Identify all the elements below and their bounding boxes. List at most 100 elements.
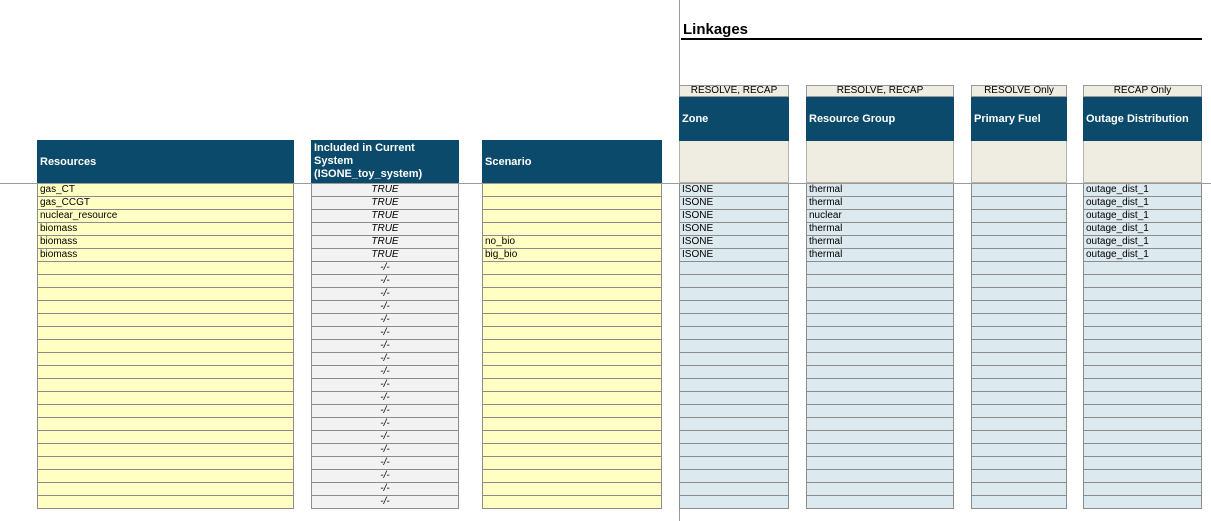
resource-cell-empty[interactable] [37,366,294,379]
scenario-cell-empty[interactable] [482,327,662,340]
included-cell-empty[interactable]: -/- [311,470,459,483]
scenario-cell-empty[interactable] [482,314,662,327]
resource-group-cell-empty[interactable] [806,470,954,483]
included-cell-empty[interactable]: -/- [311,262,459,275]
header-outage-distribution[interactable]: Outage Distribution [1083,97,1202,141]
included-cell-empty[interactable]: -/- [311,418,459,431]
zone-cell-empty[interactable] [679,405,789,418]
primary-fuel-cell-empty[interactable] [971,392,1067,405]
resource-cell[interactable]: biomass [37,223,294,236]
primary-fuel-cell-empty[interactable] [971,483,1067,496]
zone-cell-empty[interactable] [679,288,789,301]
outage-distribution-cell-empty[interactable] [1083,431,1202,444]
resource-cell-empty[interactable] [37,392,294,405]
included-cell-empty[interactable]: -/- [311,340,459,353]
zone-cell[interactable]: ISONE [679,236,789,249]
zone-cell-empty[interactable] [679,340,789,353]
resource-cell-empty[interactable] [37,314,294,327]
outage-distribution-cell-empty[interactable] [1083,288,1202,301]
resource-group-cell-empty[interactable] [806,353,954,366]
outage-distribution-cell-empty[interactable] [1083,314,1202,327]
resource-group-cell[interactable]: thermal [806,184,954,197]
included-cell-empty[interactable]: -/- [311,392,459,405]
primary-fuel-cell-empty[interactable] [971,288,1067,301]
outage-distribution-cell[interactable]: outage_dist_1 [1083,184,1202,197]
outage-distribution-cell-empty[interactable] [1083,379,1202,392]
included-cell-empty[interactable]: -/- [311,327,459,340]
scenario-cell-empty[interactable] [482,275,662,288]
primary-fuel-cell-empty[interactable] [971,496,1067,509]
outage-distribution-cell-empty[interactable] [1083,353,1202,366]
resource-group-cell-empty[interactable] [806,340,954,353]
outage-distribution-cell-empty[interactable] [1083,366,1202,379]
header-included-in-current-system[interactable]: Included in Current System (ISONE_toy_sy… [311,140,459,183]
scenario-cell-empty[interactable] [482,483,662,496]
zone-cell[interactable]: ISONE [679,184,789,197]
outage-distribution-cell[interactable]: outage_dist_1 [1083,249,1202,262]
resource-group-cell[interactable]: thermal [806,236,954,249]
primary-fuel-cell-empty[interactable] [971,262,1067,275]
included-cell[interactable]: TRUE [311,236,459,249]
resource-cell[interactable]: gas_CCGT [37,197,294,210]
header-resources[interactable]: Resources [37,140,294,183]
resource-group-cell-empty[interactable] [806,288,954,301]
header-scenario[interactable]: Scenario [482,140,662,183]
resource-cell-empty[interactable] [37,405,294,418]
zone-cell-empty[interactable] [679,457,789,470]
zone-cell-empty[interactable] [679,379,789,392]
primary-fuel-cell-empty[interactable] [971,340,1067,353]
included-cell-empty[interactable]: -/- [311,301,459,314]
included-cell-empty[interactable]: -/- [311,483,459,496]
scenario-cell-empty[interactable] [482,496,662,509]
included-cell-empty[interactable]: -/- [311,496,459,509]
resource-group-cell-empty[interactable] [806,327,954,340]
included-cell-empty[interactable]: -/- [311,405,459,418]
scenario-cell-empty[interactable] [482,470,662,483]
outage-distribution-cell[interactable]: outage_dist_1 [1083,223,1202,236]
scenario-cell[interactable]: big_bio [482,249,662,262]
resource-group-cell-empty[interactable] [806,392,954,405]
scenario-cell-empty[interactable] [482,301,662,314]
resource-cell-empty[interactable] [37,470,294,483]
resource-group-cell-empty[interactable] [806,483,954,496]
resource-cell-empty[interactable] [37,457,294,470]
zone-cell-empty[interactable] [679,418,789,431]
scenario-cell[interactable]: no_bio [482,236,662,249]
primary-fuel-cell[interactable] [971,184,1067,197]
outage-distribution-cell-empty[interactable] [1083,418,1202,431]
resource-cell-empty[interactable] [37,431,294,444]
zone-cell-empty[interactable] [679,496,789,509]
zone-cell-empty[interactable] [679,431,789,444]
resource-cell-empty[interactable] [37,444,294,457]
resource-group-cell-empty[interactable] [806,379,954,392]
resource-cell-empty[interactable] [37,340,294,353]
resource-cell-empty[interactable] [37,327,294,340]
resource-group-cell[interactable]: thermal [806,197,954,210]
primary-fuel-cell-empty[interactable] [971,314,1067,327]
header-primary-fuel[interactable]: Primary Fuel [971,97,1067,141]
scenario-cell[interactable] [482,197,662,210]
zone-cell-empty[interactable] [679,353,789,366]
resource-group-cell-empty[interactable] [806,314,954,327]
zone-cell-empty[interactable] [679,314,789,327]
resource-group-cell-empty[interactable] [806,275,954,288]
scenario-cell[interactable] [482,184,662,197]
outage-distribution-cell-empty[interactable] [1083,444,1202,457]
zone-cell-empty[interactable] [679,444,789,457]
resource-cell-empty[interactable] [37,418,294,431]
included-cell-empty[interactable]: -/- [311,353,459,366]
resource-cell-empty[interactable] [37,353,294,366]
scenario-cell-empty[interactable] [482,444,662,457]
resource-group-cell-empty[interactable] [806,457,954,470]
primary-fuel-cell-empty[interactable] [971,457,1067,470]
outage-distribution-cell-empty[interactable] [1083,301,1202,314]
resource-cell-empty[interactable] [37,483,294,496]
zone-cell[interactable]: ISONE [679,210,789,223]
resource-cell[interactable]: biomass [37,236,294,249]
scenario-cell-empty[interactable] [482,262,662,275]
outage-distribution-cell-empty[interactable] [1083,275,1202,288]
zone-cell-empty[interactable] [679,262,789,275]
primary-fuel-cell-empty[interactable] [971,418,1067,431]
zone-cell-empty[interactable] [679,392,789,405]
zone-cell-empty[interactable] [679,275,789,288]
